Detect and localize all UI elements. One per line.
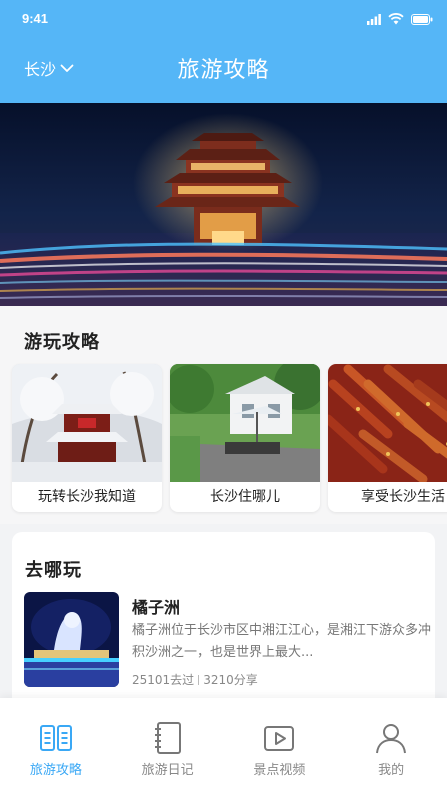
guides-title: 游玩攻略 xyxy=(24,332,100,353)
tab-label: 我的 xyxy=(378,763,405,778)
place-shares: 3210分享 xyxy=(203,673,258,687)
notebook-icon xyxy=(154,722,181,754)
tab-travel-guide[interactable]: 旅游攻略 xyxy=(0,698,112,797)
place-thumbnail[interactable] xyxy=(24,592,119,687)
status-bar: 9:41 xyxy=(0,0,447,38)
status-time: 9:41 xyxy=(22,11,49,26)
guide-card-label: 玩转长沙我知道 xyxy=(38,489,136,505)
guide-card-label: 长沙住哪儿 xyxy=(210,489,280,505)
battery-icon xyxy=(411,13,433,25)
bottom-tab-bar: 旅游攻略 旅游日记 景点视频 我的 xyxy=(0,698,447,797)
tab-label: 景点视频 xyxy=(253,763,306,778)
tab-mine[interactable]: 我的 xyxy=(335,698,447,797)
user-profile-icon xyxy=(376,724,407,754)
guide-card-2[interactable]: 长沙住哪儿 xyxy=(170,364,320,512)
place-name[interactable]: 橘子洲 xyxy=(132,594,180,618)
tab-label: 旅游攻略 xyxy=(29,763,82,778)
tab-scenic-video[interactable]: 景点视频 xyxy=(224,698,336,797)
status-icons xyxy=(367,13,433,25)
video-play-icon xyxy=(264,726,295,751)
page-title: 旅游攻略 xyxy=(177,58,270,83)
guide-card-label: 享受长沙生活 xyxy=(361,489,445,505)
app-header: 9:41 长沙 旅游攻略 xyxy=(0,0,447,103)
stats-divider xyxy=(198,675,200,685)
signal-icon xyxy=(367,13,381,25)
app-screen: 9:41 长沙 旅游攻略 游玩攻略 玩转长沙我知道 长沙住哪儿 享受长沙生活 去… xyxy=(0,0,447,797)
where-to-go-section: 去哪玩 橘子洲 橘子洲位于长沙市区中湘江江心，是湘江下游众多冲积沙洲之一，也是世… xyxy=(12,532,435,712)
card-image-skewers xyxy=(328,364,447,482)
wifi-icon xyxy=(388,13,404,25)
tab-travel-diary[interactable]: 旅游日记 xyxy=(112,698,224,797)
place-stats: 25101去过 3210分享 xyxy=(132,671,258,688)
hero-banner[interactable] xyxy=(0,103,447,306)
place-description: 橘子洲位于长沙市区中湘江江心，是湘江下游众多冲积沙洲之一，也是世界上最大... xyxy=(132,623,432,660)
card-image-snow-temple xyxy=(12,364,162,482)
tab-label: 旅游日记 xyxy=(141,763,194,778)
guide-card-3[interactable]: 享受长沙生活 xyxy=(328,364,447,512)
guides-section: 游玩攻略 玩转长沙我知道 长沙住哪儿 享受长沙生活 xyxy=(0,306,447,524)
nav-bar: 长沙 旅游攻略 xyxy=(0,40,447,96)
where-title: 去哪玩 xyxy=(25,560,82,581)
card-image-house-garden xyxy=(170,364,320,482)
banner-image xyxy=(0,103,447,306)
book-open-icon xyxy=(39,725,72,751)
place-visits: 25101去过 xyxy=(132,673,195,687)
guide-card-1[interactable]: 玩转长沙我知道 xyxy=(12,364,162,512)
place-image-orange-isle xyxy=(24,592,119,687)
